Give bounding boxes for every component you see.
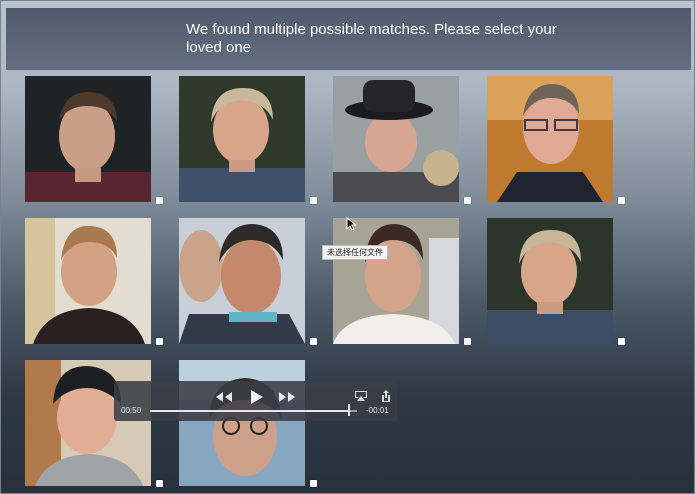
select-checkbox-9[interactable] [156, 480, 163, 487]
face-photo-4 [487, 76, 613, 202]
play-icon[interactable] [248, 389, 264, 405]
select-checkbox-1[interactable] [156, 197, 163, 204]
photo-tile-5[interactable] [25, 218, 151, 344]
photo-tile-1[interactable] [25, 76, 151, 202]
elapsed-time: 00:50 [121, 406, 142, 415]
select-checkbox-10[interactable] [310, 480, 317, 487]
rewind-icon[interactable] [215, 391, 233, 403]
photo-tile-4[interactable] [487, 76, 613, 202]
mouse-cursor-icon [346, 217, 356, 231]
select-checkbox-3[interactable] [464, 197, 471, 204]
fast-forward-icon[interactable] [278, 391, 296, 403]
select-checkbox-6[interactable] [310, 338, 317, 345]
select-checkbox-4[interactable] [618, 197, 625, 204]
photo-tile-9[interactable] [25, 360, 151, 486]
progress-fill [150, 410, 349, 412]
photo-tile-2[interactable] [179, 76, 305, 202]
photo-tile-7[interactable] [333, 218, 459, 344]
media-player-controls[interactable]: 00:50 -00:01 [114, 381, 397, 421]
select-checkbox-5[interactable] [156, 338, 163, 345]
photo-tile-6[interactable] [179, 218, 305, 344]
face-photo-8 [487, 218, 613, 344]
progress-track[interactable] [150, 410, 357, 412]
face-photo-3 [333, 76, 459, 202]
face-photo-7 [333, 218, 459, 344]
face-photo-9 [25, 360, 151, 486]
tooltip: 未选择任何文件 [322, 245, 388, 260]
photo-tile-3[interactable] [333, 76, 459, 202]
face-photo-5 [25, 218, 151, 344]
photo-tile-10[interactable] [179, 360, 305, 486]
face-photo-2 [179, 76, 305, 202]
select-checkbox-7[interactable] [464, 338, 471, 345]
share-icon[interactable] [380, 389, 392, 403]
select-checkbox-8[interactable] [618, 338, 625, 345]
airplay-icon[interactable] [354, 390, 368, 402]
page-title: We found multiple possible matches. Plea… [186, 21, 557, 56]
face-photo-10 [179, 360, 305, 486]
photo-tile-8[interactable] [487, 218, 613, 344]
select-checkbox-2[interactable] [310, 197, 317, 204]
face-photo-1 [25, 76, 151, 202]
face-photo-6 [179, 218, 305, 344]
remaining-time: -00:01 [366, 406, 389, 415]
progress-handle[interactable] [347, 404, 350, 416]
